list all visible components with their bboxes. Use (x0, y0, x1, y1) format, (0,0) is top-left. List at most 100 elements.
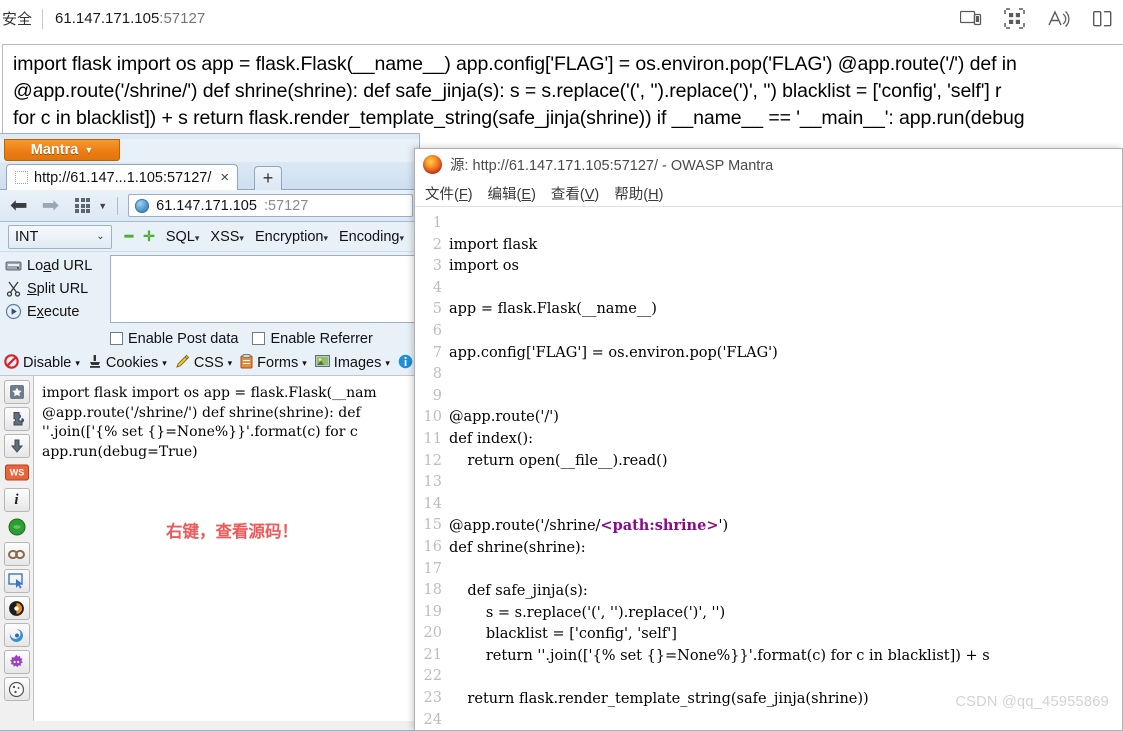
source-code-table: 1 2 3 4 5 6 7 8 9 10 11 12 13 14 15 16 1… (415, 213, 1122, 730)
link-chain-icon[interactable] (3, 542, 30, 566)
enable-referrer-checkbox[interactable]: Enable Referrer (252, 331, 373, 347)
encoding-select[interactable]: INT ⌄ (8, 224, 112, 249)
chevron-down-icon: ▾ (75, 357, 80, 368)
chevron-down-icon[interactable]: ▼ (98, 201, 107, 211)
menu-encoding[interactable]: Encoding▾ (339, 229, 404, 245)
webdev-forms[interactable]: Forms ▾ (240, 353, 307, 373)
puzzle-addon-icon[interactable] (3, 407, 30, 431)
green-circle-icon[interactable] (4, 515, 30, 539)
cast-to-device-icon[interactable] (960, 10, 982, 28)
nav-divider (117, 196, 119, 215)
page-source-line-2: @app.route('/shrine/') def shrine(shrine… (13, 80, 1002, 102)
source-code-body[interactable]: 1 2 3 4 5 6 7 8 9 10 11 12 13 14 15 16 1… (415, 207, 1122, 730)
hackbar-options-row: Enable Post data Enable Referrer (0, 327, 419, 351)
bookmark-star-icon[interactable] (3, 380, 30, 404)
webdev-images-label: Images (333, 355, 382, 371)
menu-xss-label: XSS (210, 228, 240, 245)
viewport-code-line-4: app.run(debug=True) (42, 443, 198, 460)
path-converter-token: <path:shrine> (600, 517, 719, 535)
source-window-title: 源: http://61.147.171.105:57127/ - OWASP … (450, 158, 774, 174)
image-icon (314, 354, 330, 372)
chevron-down-icon: ⌄ (96, 231, 105, 242)
cursor-select-icon[interactable] (3, 569, 30, 593)
viewport-code-line-2: @app.route('/shrine/') def shrine(shrine… (42, 404, 361, 421)
webdev-forms-label: Forms (257, 355, 299, 371)
mantra-tab-strip: http://61.147...1.105:57127/ × + (0, 162, 419, 190)
hackbar-url-textarea[interactable] (110, 255, 415, 323)
chevron-down-icon: ▾ (302, 357, 307, 368)
hackbar-buttons: Load URL Split URL Execute (0, 252, 110, 327)
sidebar-scroll-handle[interactable] (17, 601, 20, 721)
collections-icon[interactable] (1004, 8, 1025, 29)
read-aloud-icon[interactable] (1047, 9, 1071, 29)
chevron-down-icon: ▾ (239, 232, 244, 243)
webdev-information[interactable] (398, 354, 413, 373)
source-code-text: import flask import os app = flask.Flask… (449, 213, 990, 730)
checkbox-box[interactable] (252, 332, 266, 345)
chevron-down-icon: ▾ (385, 357, 390, 368)
mantra-browser-window: Mantra ▼ http://61.147...1.105:57127/ × … (0, 133, 420, 731)
mantra-address-bar[interactable]: 61.147.171.105 :57127 (128, 194, 413, 217)
chevron-down-icon: ▾ (323, 232, 328, 243)
mantra-url-host: 61.147.171.105 (156, 197, 257, 214)
page-source-line-1: import flask import os app = flask.Flask… (13, 53, 1017, 75)
edge-address-bar[interactable]: 61.147.171.105:57127 (55, 10, 205, 27)
view-source-window: 源: http://61.147.171.105:57127/ - OWASP … (414, 148, 1123, 731)
menu-encryption-label: Encryption (254, 228, 324, 245)
encoding-select-value: INT (15, 228, 39, 245)
menu-file[interactable]: 文件(F) (425, 183, 473, 204)
web-developer-toolbar: Disable ▾ Cookies ▾ CSS ▾ Forms ▾ Images ▾ (0, 351, 419, 376)
load-url-icon (5, 257, 22, 274)
web-developer-icon[interactable]: WS (4, 461, 30, 485)
split-url-button[interactable]: Split URL (0, 277, 110, 300)
increase-button[interactable]: ✛ (140, 228, 158, 245)
chevron-down-icon: ▼ (84, 145, 94, 155)
page-render-area: import flask import os app = flask.Flask… (34, 376, 419, 721)
enable-post-data-checkbox[interactable]: Enable Post data (110, 331, 238, 347)
menu-encryption[interactable]: Encryption▾ (255, 229, 328, 245)
forward-arrow-icon[interactable]: ➡ (38, 195, 64, 216)
extension-sidebar: WS i (0, 376, 34, 721)
info-icon (398, 354, 413, 373)
viewport-code-line-3: ''.join(['{% set {}=None%}}'.format(c) f… (42, 424, 358, 440)
edge-page-content: import flask import os app = flask.Flask… (2, 44, 1123, 136)
code-segment-before: import flask import os app = flask.Flask… (449, 236, 778, 535)
split-screen-icon[interactable] (1093, 9, 1113, 29)
download-arrow-icon[interactable] (3, 434, 30, 458)
webdev-disable[interactable]: Disable ▾ (4, 353, 80, 373)
globe-icon (135, 198, 150, 213)
mantra-app-menu-button[interactable]: Mantra ▼ (4, 139, 120, 161)
clipboard-icon (240, 353, 253, 373)
split-url-label: Split URL (27, 280, 89, 297)
new-tab-button[interactable]: + (254, 166, 282, 190)
back-arrow-icon[interactable]: ⬅ (6, 195, 32, 216)
webdev-css[interactable]: CSS ▾ (175, 354, 232, 373)
hackbar-action-row: Load URL Split URL Execute (0, 252, 419, 327)
tab-close-icon[interactable]: × (217, 169, 232, 186)
menu-encoding-label: Encoding (339, 228, 400, 245)
viewport-code-line-1: import flask import os app = flask.Flask… (42, 385, 377, 401)
menu-view[interactable]: 查看(V) (551, 183, 599, 204)
chevron-down-icon: ▾ (194, 232, 200, 243)
mantra-url-port: :57127 (263, 197, 309, 214)
browser-tab[interactable]: http://61.147...1.105:57127/ × (6, 164, 239, 190)
menu-help[interactable]: 帮助(H) (614, 183, 663, 204)
webdev-css-label: CSS (193, 355, 224, 371)
edge-browser-toolbar: 安全 61.147.171.105:57127 (0, 0, 1123, 37)
menu-xss[interactable]: XSS▾ (210, 229, 244, 245)
hackbar-toolbar-row: INT ⌄ ━ ✛ SQL▾ XSS▾ Encryption▾ Encoding… (0, 222, 419, 252)
tab-title: http://61.147...1.105:57127/ (34, 169, 212, 186)
checkbox-box[interactable] (110, 332, 123, 345)
webdev-images[interactable]: Images ▾ (314, 354, 390, 372)
decrease-button[interactable]: ━ (122, 228, 136, 245)
load-url-button[interactable]: Load URL (0, 254, 110, 277)
apps-grid-icon[interactable] (75, 198, 91, 213)
webdev-cookies[interactable]: Cookies ▾ (88, 354, 167, 373)
chevron-down-icon: ▾ (399, 232, 404, 243)
info-icon[interactable]: i (3, 488, 30, 512)
menu-sql[interactable]: SQL▾ (166, 229, 200, 245)
source-window-titlebar: 源: http://61.147.171.105:57127/ - OWASP … (415, 149, 1122, 180)
menu-edit[interactable]: 编辑(E) (488, 183, 536, 204)
execute-button[interactable]: Execute (0, 300, 110, 323)
svg-text:WS: WS (9, 468, 24, 478)
